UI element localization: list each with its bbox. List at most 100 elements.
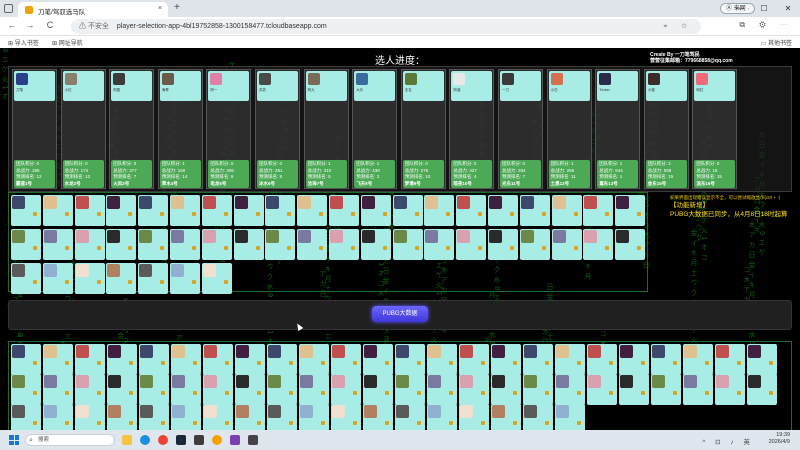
- team-leader-card[interactable]: 无名: [402, 71, 444, 101]
- player-card[interactable]: [43, 404, 73, 430]
- player-card[interactable]: [551, 229, 582, 260]
- player-card[interactable]: [488, 195, 518, 226]
- team-leader-card[interactable]: 阿涵: [451, 71, 493, 101]
- player-card[interactable]: [523, 344, 553, 375]
- player-card[interactable]: [138, 263, 169, 294]
- player-card[interactable]: [171, 374, 201, 405]
- tab-actions-icon[interactable]: [4, 4, 13, 13]
- player-card[interactable]: [523, 404, 553, 430]
- team-leader-card[interactable]: 海哥: [159, 71, 201, 101]
- player-card[interactable]: [555, 344, 585, 375]
- player-card[interactable]: [170, 229, 200, 260]
- player-card[interactable]: [139, 404, 169, 430]
- player-card[interactable]: [587, 344, 617, 375]
- bookmark-import[interactable]: ⊞ 导入书签: [8, 38, 39, 47]
- player-card[interactable]: [171, 344, 201, 375]
- player-card[interactable]: [201, 195, 232, 226]
- player-card[interactable]: [392, 229, 423, 260]
- player-card[interactable]: [74, 263, 105, 294]
- player-card[interactable]: [360, 229, 391, 260]
- team-leader-card[interactable]: 小红: [62, 71, 104, 101]
- team-leader-card[interactable]: Tricker: [597, 71, 639, 101]
- bookmark-other[interactable]: ▭ 其他书签: [761, 38, 792, 47]
- player-card[interactable]: [203, 344, 233, 375]
- player-card[interactable]: [106, 195, 137, 226]
- player-card[interactable]: [43, 344, 73, 375]
- player-card[interactable]: [615, 229, 646, 260]
- player-card[interactable]: [583, 229, 614, 260]
- player-card[interactable]: [203, 374, 233, 405]
- player-card[interactable]: [138, 229, 169, 260]
- team-leader-card[interactable]: 阿九: [305, 71, 347, 101]
- player-card[interactable]: [267, 344, 297, 375]
- player-card[interactable]: [42, 195, 73, 226]
- player-card[interactable]: [74, 229, 105, 260]
- player-card[interactable]: [583, 195, 614, 226]
- forward-button[interactable]: →: [24, 20, 36, 30]
- player-card[interactable]: [171, 404, 201, 430]
- insecure-warning[interactable]: ⚠ 不安全: [79, 23, 109, 30]
- reload-button[interactable]: C: [44, 20, 56, 30]
- player-card[interactable]: [201, 229, 232, 260]
- player-card[interactable]: [747, 374, 777, 405]
- player-card[interactable]: [201, 263, 232, 294]
- player-card[interactable]: [427, 374, 457, 405]
- player-card[interactable]: [329, 195, 359, 226]
- player-card[interactable]: [519, 195, 550, 226]
- close-window-button[interactable]: ✕: [776, 0, 800, 17]
- player-card[interactable]: [747, 344, 777, 375]
- team-leader-card[interactable]: 阿一: [208, 71, 250, 101]
- player-card[interactable]: [75, 374, 105, 405]
- maximize-button[interactable]: ☐: [752, 0, 776, 17]
- player-card[interactable]: [587, 374, 617, 405]
- player-card[interactable]: [170, 195, 200, 226]
- team-leader-card[interactable]: 阿红: [694, 71, 736, 101]
- new-tab-button[interactable]: +: [174, 2, 180, 13]
- player-card[interactable]: [139, 344, 169, 375]
- player-card[interactable]: [715, 374, 745, 405]
- player-card[interactable]: [331, 344, 361, 375]
- player-card[interactable]: [299, 374, 329, 405]
- player-card[interactable]: [395, 374, 425, 405]
- player-card[interactable]: [235, 344, 265, 375]
- player-card[interactable]: [424, 229, 455, 260]
- player-card[interactable]: [75, 404, 105, 430]
- system-tray-icons[interactable]: ^ ⊡ ♪ 英: [702, 436, 754, 446]
- chrome-icon[interactable]: [158, 435, 168, 445]
- player-card[interactable]: [42, 229, 73, 260]
- player-card[interactable]: [265, 229, 296, 260]
- player-card[interactable]: [106, 263, 137, 294]
- player-card[interactable]: [363, 344, 393, 375]
- bookmark-star-icon[interactable]: ⌖ ☆: [663, 19, 693, 34]
- player-card[interactable]: [139, 374, 169, 405]
- address-bar[interactable]: ⚠ 不安全 player-selection-app-4bl19752858-1…: [71, 19, 701, 34]
- player-card[interactable]: [491, 344, 521, 375]
- player-card[interactable]: [615, 195, 646, 226]
- team-leader-card[interactable]: 一刀: [500, 71, 541, 101]
- browser-menu-icon[interactable]: ⧉ ⚙ ⋯: [739, 20, 794, 30]
- player-card[interactable]: [107, 404, 137, 430]
- player-card[interactable]: [459, 344, 489, 375]
- player-card[interactable]: [11, 404, 41, 430]
- taskbar-search[interactable]: ⌕ 搜索: [25, 434, 115, 446]
- player-card[interactable]: [138, 195, 169, 226]
- clock[interactable]: 19:39 2026/4/9: [769, 432, 790, 446]
- player-card[interactable]: [106, 229, 137, 260]
- player-card[interactable]: [170, 263, 200, 294]
- player-card[interactable]: [427, 344, 457, 375]
- player-card[interactable]: [331, 404, 361, 430]
- player-card[interactable]: [459, 404, 489, 430]
- player-card[interactable]: [11, 344, 41, 375]
- player-card[interactable]: [395, 404, 425, 430]
- minimize-button[interactable]: —: [728, 0, 752, 17]
- steam-icon[interactable]: [176, 435, 186, 445]
- player-card[interactable]: [519, 229, 550, 260]
- team-leader-card[interactable]: 阿昌: [111, 71, 153, 101]
- bookmark-nav[interactable]: ⊞ 网址导航: [52, 38, 83, 47]
- player-card[interactable]: [683, 374, 713, 405]
- player-card[interactable]: [329, 229, 359, 260]
- player-card[interactable]: [75, 344, 105, 375]
- player-card[interactable]: [395, 344, 425, 375]
- player-card[interactable]: [233, 229, 264, 260]
- active-tab[interactable]: 刀笔/驾驭选马队 ×: [18, 2, 168, 17]
